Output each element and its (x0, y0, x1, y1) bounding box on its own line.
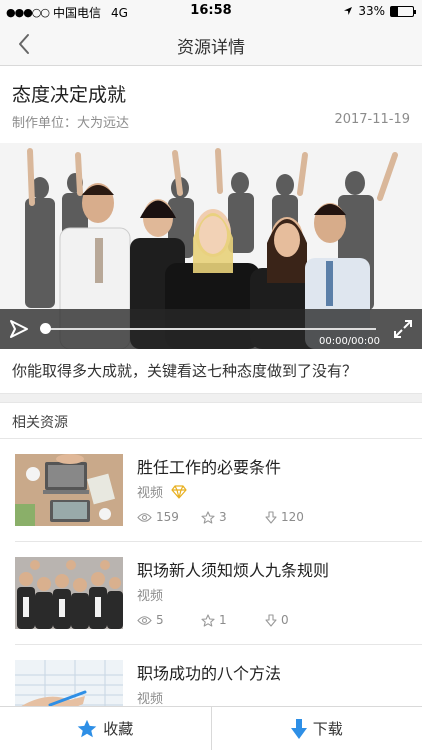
item-type: 视频 (137, 482, 187, 501)
resource-producer: 制作单位：大为远达 (12, 116, 130, 131)
item-title: 胜任工作的必要条件 (137, 458, 282, 477)
fullscreen-icon[interactable] (392, 318, 414, 340)
status-right: 33% (343, 4, 416, 18)
resource-description: 你能取得多大成就，关键看这七种态度做到了没有？ (12, 362, 358, 380)
stars-count: 1 (219, 613, 227, 627)
video-progress-knob[interactable] (40, 323, 51, 334)
downloads-stat: 0 (265, 613, 329, 627)
battery-percent: 33% (358, 4, 385, 18)
eye-icon (137, 615, 152, 625)
list-item[interactable]: 职场新人须知烦人九条规则 视频 5 1 0 (0, 542, 422, 645)
item-type: 视频 (137, 688, 163, 707)
item-title: 职场成功的八个方法 (137, 664, 282, 683)
nav-bar: 资源详情 (0, 22, 422, 66)
item-stats: 5 1 0 (137, 613, 329, 627)
favorite-button[interactable]: 收藏 (0, 707, 211, 750)
downloads-count: 0 (281, 613, 289, 627)
eye-icon (137, 512, 152, 522)
video-controls: 00:00/00:00 (0, 309, 422, 349)
item-type-label: 视频 (137, 486, 164, 501)
stars-stat: 3 (201, 510, 265, 524)
stars-stat: 1 (201, 613, 265, 627)
star-icon (201, 510, 215, 524)
page-title: 资源详情 (177, 38, 245, 58)
resource-title: 态度决定成就 (12, 84, 127, 106)
video-progress-track[interactable] (44, 328, 376, 330)
diamond-icon (171, 484, 187, 499)
download-arrow-icon (265, 510, 277, 524)
location-arrow-icon (344, 7, 353, 15)
play-icon[interactable] (8, 318, 30, 340)
favorite-label: 收藏 (103, 720, 134, 738)
downloads-count: 120 (281, 510, 304, 524)
item-title: 职场新人须知烦人九条规则 (137, 561, 330, 580)
resource-date: 2017-11-19 (334, 112, 410, 127)
views-stat: 5 (137, 613, 201, 627)
download-arrow-icon (265, 613, 277, 627)
related-list: 胜任工作的必要条件 视频 159 3 120 职场新人须知烦人九条规则 视频 5… (0, 439, 422, 748)
stars-count: 3 (219, 510, 227, 524)
video-time: 00:00/00:00 (318, 336, 380, 347)
download-label: 下载 (312, 720, 343, 738)
views-count: 5 (156, 613, 164, 627)
item-stats: 159 3 120 (137, 510, 329, 524)
download-icon (290, 718, 307, 739)
section-divider (0, 393, 422, 403)
thumbnail-laptop-desk (15, 454, 123, 526)
star-icon (201, 613, 215, 627)
status-bar: ●●●○○ 中国电信 4G 16:58 33% (0, 0, 422, 22)
video-player[interactable]: 00:00/00:00 (0, 143, 422, 349)
downloads-stat: 120 (265, 510, 329, 524)
bottom-action-bar: 收藏 下载 (0, 706, 422, 750)
related-heading: 相关资源 (12, 415, 68, 431)
star-filled-icon (77, 719, 97, 738)
list-item[interactable]: 胜任工作的必要条件 视频 159 3 120 (0, 439, 422, 542)
thumbnail-crowd (15, 557, 123, 629)
views-stat: 159 (137, 510, 201, 524)
download-button[interactable]: 下载 (212, 707, 422, 750)
item-type-label: 视频 (137, 589, 164, 604)
item-type-label: 视频 (137, 692, 164, 707)
views-count: 159 (156, 510, 179, 524)
battery-icon (390, 5, 416, 17)
item-type: 视频 (137, 585, 163, 604)
